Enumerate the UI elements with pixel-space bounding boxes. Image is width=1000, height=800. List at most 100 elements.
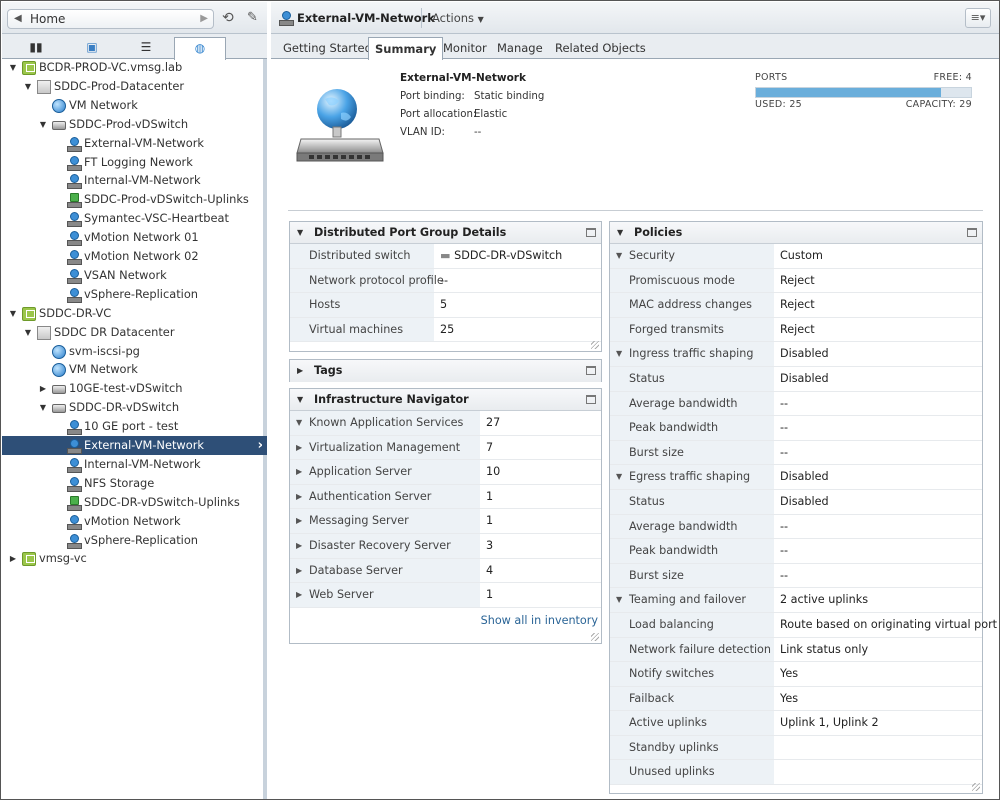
- property-row[interactable]: Disaster Recovery Server ▶ 3: [290, 533, 601, 559]
- maximize-icon[interactable]: [586, 395, 596, 404]
- tree-node-label: SDDC-DR-vDSwitch-Uplinks: [84, 494, 240, 509]
- expand-arrow-icon[interactable]: ▶: [296, 583, 302, 607]
- tree-node[interactable]: SDDC-Prod-vDSwitch-Uplinks: [2, 190, 267, 209]
- expand-arrow-icon[interactable]: ▶: [297, 360, 303, 382]
- tree-node[interactable]: ▼ SDDC-Prod-vDSwitch: [2, 115, 267, 134]
- chevron-right-icon[interactable]: ›: [258, 436, 263, 455]
- property-row: Burst size --: [610, 563, 982, 589]
- tree-node[interactable]: External-VM-Network: [2, 134, 267, 153]
- tree-node[interactable]: Internal-VM-Network: [2, 171, 267, 190]
- tree-node[interactable]: vSphere-Replication: [2, 531, 267, 550]
- collapse-arrow-icon[interactable]: ▼: [23, 77, 33, 96]
- property-row[interactable]: Authentication Server ▶ 1: [290, 484, 601, 510]
- tab-storage-icon[interactable]: ☰: [120, 37, 172, 59]
- distributed-switch-link[interactable]: SDDC-DR-vDSwitch: [454, 249, 562, 262]
- policies-table: Security ▼ Custom Promiscuous mode Reject MAC…: [610, 244, 997, 786]
- resize-grip-icon[interactable]: [591, 633, 599, 641]
- back-arrow-icon[interactable]: ◀: [14, 10, 22, 28]
- portlet-title: Tags: [314, 364, 343, 377]
- tree-node[interactable]: vMotion Network 01: [2, 228, 267, 247]
- property-label: Notify switches: [610, 662, 774, 686]
- show-all-link[interactable]: Show all in inventory: [481, 608, 598, 634]
- resize-grip-icon[interactable]: [591, 341, 599, 349]
- collapse-arrow-icon[interactable]: ▼: [297, 222, 303, 244]
- tree-node[interactable]: ▶ 10GE-test-vDSwitch: [2, 379, 267, 398]
- tab-summary[interactable]: Summary: [368, 37, 444, 60]
- tree-node[interactable]: VM Network: [2, 96, 267, 115]
- tree-node[interactable]: vSphere-Replication: [2, 285, 267, 304]
- tree-node[interactable]: VSAN Network: [2, 266, 267, 285]
- tree-node[interactable]: Symantec-VSC-Heartbeat: [2, 209, 267, 228]
- expand-arrow-icon[interactable]: ▶: [8, 549, 18, 568]
- property-row: Network failure detection Link status onl…: [610, 637, 982, 663]
- collapse-arrow-icon[interactable]: ▼: [38, 398, 48, 417]
- collapse-arrow-icon[interactable]: ▼: [296, 411, 302, 435]
- collapse-arrow-icon[interactable]: ▼: [617, 222, 623, 244]
- collapse-arrow-icon[interactable]: ▼: [8, 58, 18, 77]
- collapse-arrow-icon[interactable]: ▼: [8, 304, 18, 323]
- property-row[interactable]: Database Server ▶ 4: [290, 558, 601, 584]
- property-value[interactable]: ▬ SDDC-DR-vDSwitch: [440, 244, 562, 268]
- tree-node[interactable]: ▶ vmsg-vc: [2, 549, 267, 568]
- portlet-header[interactable]: ▼ Distributed Port Group Details: [290, 222, 601, 244]
- expand-arrow-icon[interactable]: ▶: [296, 509, 302, 533]
- maximize-icon[interactable]: [586, 366, 596, 375]
- property-row[interactable]: Application Server ▶ 10: [290, 460, 601, 485]
- collapse-arrow-icon[interactable]: ▼: [616, 342, 622, 366]
- tree-node[interactable]: NFS Storage: [2, 474, 267, 493]
- resize-grip-icon[interactable]: [972, 783, 980, 791]
- maximize-icon[interactable]: [967, 228, 977, 237]
- tree-node[interactable]: ▼ SDDC DR Datacenter: [2, 323, 267, 342]
- pin-icon[interactable]: ✎: [247, 10, 258, 25]
- forward-arrow-icon[interactable]: ▶: [200, 10, 208, 28]
- portlet-header[interactable]: ▶ Tags: [290, 360, 601, 382]
- distributed-portgroup-icon: [296, 89, 384, 162]
- tree-node[interactable]: ▼ SDDC-DR-VC: [2, 304, 267, 323]
- collapse-arrow-icon[interactable]: ▼: [297, 389, 303, 411]
- tab-hosts-and-clusters-icon[interactable]: ▮▮: [10, 37, 62, 59]
- expand-arrow-icon[interactable]: ▶: [296, 460, 302, 484]
- collapse-arrow-icon[interactable]: ▼: [616, 465, 622, 489]
- tab-manage[interactable]: Manage: [491, 37, 549, 59]
- tree-node[interactable]: ▼ SDDC-Prod-Datacenter: [2, 77, 267, 96]
- tree-node[interactable]: ▼ BCDR-PROD-VC.vmsg.lab: [2, 58, 267, 77]
- home-button[interactable]: ◀ Home ▶: [7, 9, 214, 29]
- property-row[interactable]: Web Server ▶ 1: [290, 583, 601, 608]
- menu-button[interactable]: ≡▾: [965, 8, 991, 28]
- tree-node[interactable]: svm-iscsi-pg: [2, 342, 267, 361]
- property-row[interactable]: Messaging Server ▶ 1: [290, 509, 601, 534]
- collapse-arrow-icon[interactable]: ▼: [38, 115, 48, 134]
- collapse-arrow-icon[interactable]: ▼: [616, 588, 622, 612]
- maximize-icon[interactable]: [586, 228, 596, 237]
- portlet-header[interactable]: ▼ Infrastructure Navigator: [290, 389, 601, 411]
- tree-node[interactable]: ▼ SDDC-DR-vDSwitch: [2, 398, 267, 417]
- property-row: Forged transmits Reject: [610, 317, 982, 343]
- tab-vms-and-templates-icon[interactable]: ▣: [66, 37, 118, 59]
- tree-node[interactable]: VM Network: [2, 360, 267, 379]
- tree-node[interactable]: 10 GE port - test: [2, 417, 267, 436]
- expand-arrow-icon[interactable]: ▶: [296, 485, 302, 509]
- tree-node[interactable]: Internal-VM-Network: [2, 455, 267, 474]
- tree-node[interactable]: External-VM-Network ›: [2, 436, 267, 455]
- property-row[interactable]: Known Application Services ▼ 27: [290, 411, 601, 436]
- tab-networking-icon[interactable]: ◍: [174, 37, 226, 60]
- tree-node[interactable]: vMotion Network 02: [2, 247, 267, 266]
- collapse-arrow-icon[interactable]: ▼: [616, 244, 622, 268]
- history-icon[interactable]: ⟲: [222, 10, 234, 26]
- property-row: Average bandwidth --: [610, 391, 982, 417]
- actions-menu[interactable]: Actions ▼: [432, 11, 484, 25]
- collapse-arrow-icon[interactable]: ▼: [23, 323, 33, 342]
- tree-node[interactable]: FT Logging Nework: [2, 153, 267, 172]
- expand-arrow-icon[interactable]: ▶: [296, 436, 302, 460]
- expand-arrow-icon[interactable]: ▶: [38, 379, 48, 398]
- portgroup-icon: [67, 533, 82, 549]
- expand-arrow-icon[interactable]: ▶: [296, 559, 302, 583]
- property-row[interactable]: Virtualization Management ▶ 7: [290, 435, 601, 461]
- tab-related-objects[interactable]: Related Objects: [549, 37, 652, 59]
- tab-getting-started[interactable]: Getting Started: [277, 37, 378, 59]
- tree-node[interactable]: vMotion Network: [2, 512, 267, 531]
- portlet-header[interactable]: ▼ Policies: [610, 222, 982, 244]
- expand-arrow-icon[interactable]: ▶: [296, 534, 302, 558]
- tab-monitor[interactable]: Monitor: [437, 37, 493, 59]
- tree-node[interactable]: SDDC-DR-vDSwitch-Uplinks: [2, 493, 267, 512]
